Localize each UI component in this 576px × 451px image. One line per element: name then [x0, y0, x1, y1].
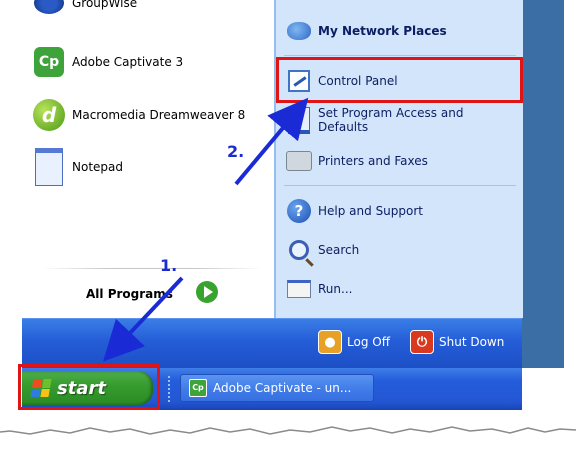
menu-item-my-network-places[interactable]: My Network Places	[286, 18, 447, 44]
step-1-label: 1.	[160, 256, 178, 275]
shut-down-button[interactable]: ⏻ Shut Down	[410, 330, 504, 354]
control-panel-highlight	[276, 57, 523, 103]
taskbar-button-label: Adobe Captivate - un...	[213, 381, 352, 395]
desktop-background	[522, 0, 564, 368]
step-2-label: 2.	[227, 142, 245, 161]
shut-down-icon: ⏻	[410, 330, 434, 354]
menu-item-run[interactable]: Run...	[286, 276, 352, 302]
captivate-icon: Cp	[189, 379, 207, 397]
menu-item-label: Run...	[318, 282, 353, 296]
program-item-dreamweaver-8[interactable]: d Macromedia Dreamweaver 8	[32, 98, 245, 132]
run-icon	[286, 276, 312, 302]
set-program-access-icon	[286, 106, 312, 134]
program-item-label: Macromedia Dreamweaver 8	[72, 108, 246, 122]
all-programs-arrow-icon[interactable]	[196, 281, 218, 303]
search-icon	[286, 237, 312, 263]
log-off-label: Log Off	[347, 335, 390, 349]
divider	[284, 55, 516, 56]
log-off-icon: ●	[318, 330, 342, 354]
menu-item-printers-and-faxes[interactable]: Printers and Faxes	[286, 148, 428, 174]
program-item-notepad[interactable]: Notepad	[32, 148, 123, 186]
dreamweaver-icon: d	[32, 98, 66, 132]
all-programs-label[interactable]: All Programs	[86, 287, 173, 301]
printers-faxes-icon	[286, 148, 312, 174]
menu-item-label: Search	[318, 243, 360, 257]
groupwise-icon	[32, 0, 66, 20]
program-item-label: GroupWise	[72, 0, 138, 10]
program-item-label: Notepad	[72, 160, 123, 174]
divider	[284, 185, 516, 186]
menu-item-label: Set Program Access and Defaults	[318, 106, 464, 134]
shut-down-label: Shut Down	[439, 335, 505, 349]
menu-item-help-and-support[interactable]: ? Help and Support	[286, 198, 423, 224]
menu-item-set-program-access[interactable]: Set Program Access and Defaults	[286, 106, 463, 134]
start-menu: GroupWise Cp Adobe Captivate 3 d Macrome…	[22, 0, 523, 369]
program-item-label: Adobe Captivate 3	[72, 55, 184, 69]
menu-item-label: Help and Support	[318, 204, 423, 218]
log-off-button[interactable]: ● Log Off	[318, 330, 390, 354]
notepad-icon	[32, 148, 66, 186]
start-button-highlight	[18, 364, 160, 410]
program-item-adobe-captivate-3[interactable]: Cp Adobe Captivate 3	[32, 45, 183, 79]
menu-item-search[interactable]: Search	[286, 237, 359, 263]
divider	[42, 268, 262, 269]
menu-item-label: My Network Places	[318, 24, 447, 38]
quick-launch-grip[interactable]	[168, 376, 174, 402]
captivate-icon: Cp	[32, 45, 66, 79]
network-places-icon	[286, 18, 312, 44]
taskbar-button-adobe-captivate[interactable]: Cp Adobe Captivate - un...	[180, 374, 374, 402]
help-support-icon: ?	[286, 198, 312, 224]
program-item-groupwise[interactable]: GroupWise	[32, 0, 137, 20]
torn-edge	[0, 410, 576, 435]
start-menu-system-pane: My Network Places Control Panel Set Prog…	[275, 0, 523, 318]
menu-item-label: Printers and Faxes	[318, 154, 428, 168]
